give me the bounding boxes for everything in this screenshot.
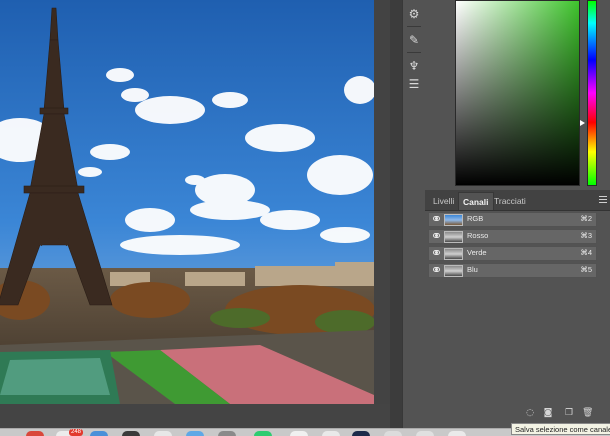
tooltip: Salva selezione come canale (511, 423, 610, 435)
dock-app-icon[interactable] (322, 431, 340, 436)
channel-name: RGB (467, 214, 484, 223)
new-channel-icon[interactable]: ❐ (564, 408, 574, 418)
eye-icon[interactable] (433, 216, 440, 221)
channel-thumbnail (444, 214, 463, 226)
dock-app-icon[interactable] (218, 431, 236, 436)
trash-icon[interactable]: 🗑 (582, 408, 593, 418)
channel-name: Rosso (467, 231, 489, 240)
dotted-circle-icon[interactable]: ◌ (525, 408, 535, 418)
channel-thumbnail (444, 248, 463, 260)
color-field[interactable] (455, 0, 580, 186)
dock-app-icon[interactable] (26, 431, 44, 436)
channel-thumbnail (444, 231, 463, 243)
status-area (0, 404, 390, 428)
right-panel: Livelli Canali Tracciati RGB ⌘2 Rosso ⌘3… (425, 0, 610, 428)
dock-app-icon[interactable] (416, 431, 434, 436)
adjustments-icon[interactable]: ♆ (406, 58, 422, 74)
tab-tracciati[interactable]: Tracciati (490, 192, 530, 210)
dock-app-icon[interactable] (154, 431, 172, 436)
document-canvas[interactable] (0, 0, 374, 404)
hue-slider[interactable] (587, 0, 597, 186)
channel-row-rgb[interactable]: RGB ⌘2 (428, 212, 597, 227)
channel-name: Blu (467, 265, 478, 274)
dock-app-icon[interactable] (90, 431, 108, 436)
eye-icon[interactable] (433, 233, 440, 238)
channel-shortcut: ⌘4 (580, 248, 592, 257)
strip-divider (407, 26, 421, 27)
channel-shortcut: ⌘5 (580, 265, 592, 274)
properties-icon[interactable]: ⚙ (406, 6, 422, 22)
dock-app-icon[interactable] (254, 431, 272, 436)
tab-livelli[interactable]: Livelli (429, 192, 458, 210)
channel-row-blu[interactable]: Blu ⌘5 (428, 263, 597, 278)
mask-icon[interactable]: ◙ (543, 408, 553, 418)
eye-icon[interactable] (433, 267, 440, 272)
channel-row-rosso[interactable]: Rosso ⌘3 (428, 229, 597, 244)
tab-canali[interactable]: Canali (458, 192, 494, 210)
channel-thumbnail (444, 265, 463, 277)
photo-eiffel-tower (0, 0, 374, 404)
sliders-icon[interactable]: ☰ (406, 76, 422, 92)
panel-tabs: Livelli Canali Tracciati (425, 190, 610, 211)
panel-menu-icon[interactable] (599, 196, 607, 203)
strip-divider (407, 52, 421, 53)
dock-app-icon[interactable] (186, 431, 204, 436)
channel-name: Verde (467, 248, 487, 257)
dock-app-icon[interactable] (448, 431, 466, 436)
channel-row-verde[interactable]: Verde ⌘4 (428, 246, 597, 261)
dock-app-icon[interactable] (122, 431, 140, 436)
brush-settings-icon[interactable]: ✎ (406, 32, 422, 48)
dock-app-icon[interactable] (352, 431, 370, 436)
eye-icon[interactable] (433, 250, 440, 255)
dock-app-icon[interactable] (290, 431, 308, 436)
channel-shortcut: ⌘2 (580, 214, 592, 223)
dock-app-icon[interactable] (384, 431, 402, 436)
hue-marker[interactable] (580, 120, 585, 126)
tool-column (390, 0, 402, 428)
canvas-frame (374, 0, 390, 404)
channel-shortcut: ⌘3 (580, 231, 592, 240)
panel-icon-strip: ⚙ ✎ ♆ ☰ (402, 0, 426, 428)
